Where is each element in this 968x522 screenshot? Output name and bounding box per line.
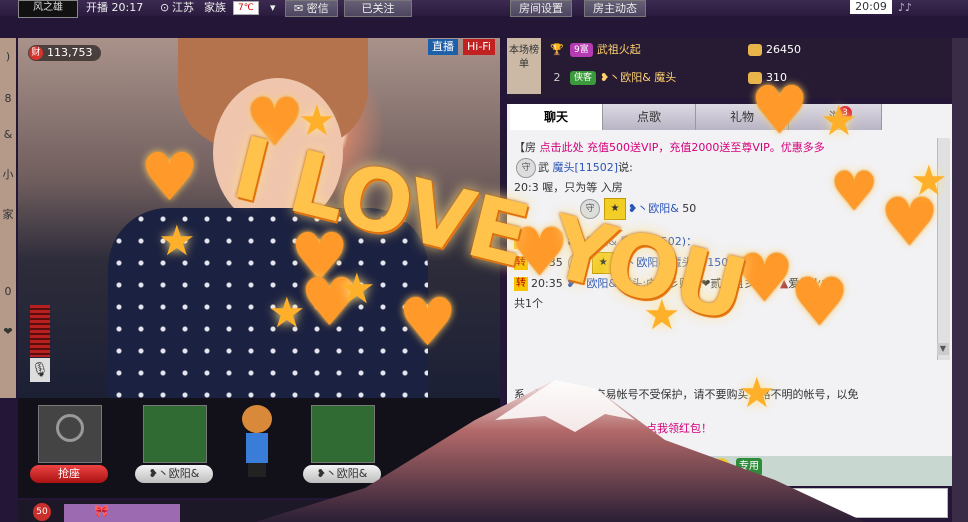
- music-note-icon: ♪♪: [898, 1, 913, 14]
- volume-meter: [30, 305, 50, 357]
- dropdown-chevron-icon[interactable]: ▾: [270, 0, 276, 16]
- empty-avatar-icon: [38, 405, 102, 463]
- seat-user-name: ❥丶欧阳&: [135, 465, 213, 483]
- wealth-icon: 财: [29, 46, 43, 60]
- star-icon: ★: [910, 156, 948, 205]
- heart-icon: ♥: [398, 284, 458, 361]
- star-icon: ★: [268, 288, 306, 337]
- temperature-badge: 7℃: [233, 1, 259, 15]
- star-icon: ★: [158, 216, 196, 265]
- top-bar: [0, 0, 968, 16]
- secret-message-button[interactable]: ✉ 密信: [285, 0, 338, 17]
- tab-songs[interactable]: 点歌: [603, 104, 696, 130]
- star-icon: ★: [338, 264, 376, 313]
- rank-medal-icon: 守: [516, 158, 536, 178]
- clock: 20:09: [850, 0, 892, 14]
- broadcast-status: 开播 20:17: [86, 1, 144, 14]
- live-badge[interactable]: 直播: [428, 39, 458, 55]
- star-icon: ★: [820, 96, 858, 145]
- location-text: 江苏: [172, 1, 194, 14]
- scroll-down-icon[interactable]: ▼: [937, 343, 949, 355]
- announcement-line: 【房 点击此处 充值500送VIP，充值2000送至尊VIP。优惠多多: [514, 138, 934, 158]
- rank-number: 2: [553, 71, 561, 84]
- left-strip-item[interactable]: ): [0, 50, 16, 63]
- host-news-button[interactable]: 房主动态: [584, 0, 646, 17]
- follow-button[interactable]: 已关注: [344, 0, 412, 17]
- hifi-badge[interactable]: Hi-Fi: [463, 39, 495, 55]
- right-side-strip: [952, 38, 968, 522]
- mail-icon: ✉: [294, 2, 304, 15]
- left-strip-item[interactable]: 8: [0, 92, 16, 105]
- heart-icon: ♥: [790, 264, 850, 341]
- heart-icon: ♥: [140, 139, 200, 216]
- leaderboard-label: 本场榜单: [507, 38, 541, 94]
- leaderboard-name: 武祖火起: [596, 43, 641, 56]
- family-text: 家族: [204, 1, 226, 14]
- gift-button[interactable]: 🎀: [64, 504, 180, 522]
- left-strip-item[interactable]: 家: [0, 206, 16, 222]
- level-badge: 侠客: [570, 71, 597, 85]
- room-settings-button[interactable]: 房间设置: [510, 0, 572, 17]
- room-logo[interactable]: 风之雄: [18, 0, 78, 18]
- seat-avatar: [143, 405, 207, 463]
- left-strip-item[interactable]: ❤: [0, 325, 16, 338]
- tab-chat[interactable]: 聊天: [510, 104, 603, 130]
- location-icon: ⊙: [160, 1, 170, 14]
- trophy-icon: 🏆: [550, 43, 564, 56]
- leaderboard-name: ❥丶欧阳& 魔头: [600, 71, 677, 84]
- leaderboard-row[interactable]: 2 侠客 ❥丶欧阳& 魔头 310: [548, 66, 948, 90]
- notification-badge[interactable]: 50: [33, 503, 51, 521]
- secret-message-label: 密信: [306, 2, 329, 15]
- microphone-icon[interactable]: 🎙: [30, 358, 50, 382]
- leaderboard-score: 26450: [748, 38, 801, 62]
- heart-icon: ♥: [750, 72, 810, 149]
- grab-seat-button[interactable]: 抢座: [30, 465, 108, 483]
- announcement-prefix: 【房: [514, 141, 536, 154]
- heart-icon: ♥: [830, 160, 879, 223]
- gift-icon: 🎀: [94, 504, 109, 518]
- leaderboard-row[interactable]: 🏆 9富 武祖火起 26450: [548, 38, 948, 62]
- mountain-overlay: [255, 380, 865, 522]
- viewer-count: 财 113,753: [28, 45, 101, 61]
- viewer-count-value: 113,753: [47, 46, 93, 59]
- coin-icon: [748, 44, 762, 56]
- seat-occupied[interactable]: ❥丶欧阳&: [135, 405, 215, 485]
- left-strip-item[interactable]: 0: [0, 285, 16, 298]
- left-strip-item[interactable]: &: [0, 128, 16, 141]
- grab-seat[interactable]: 抢座: [30, 405, 110, 485]
- left-strip-item[interactable]: 小: [0, 166, 16, 182]
- level-badge: 9富: [570, 43, 593, 57]
